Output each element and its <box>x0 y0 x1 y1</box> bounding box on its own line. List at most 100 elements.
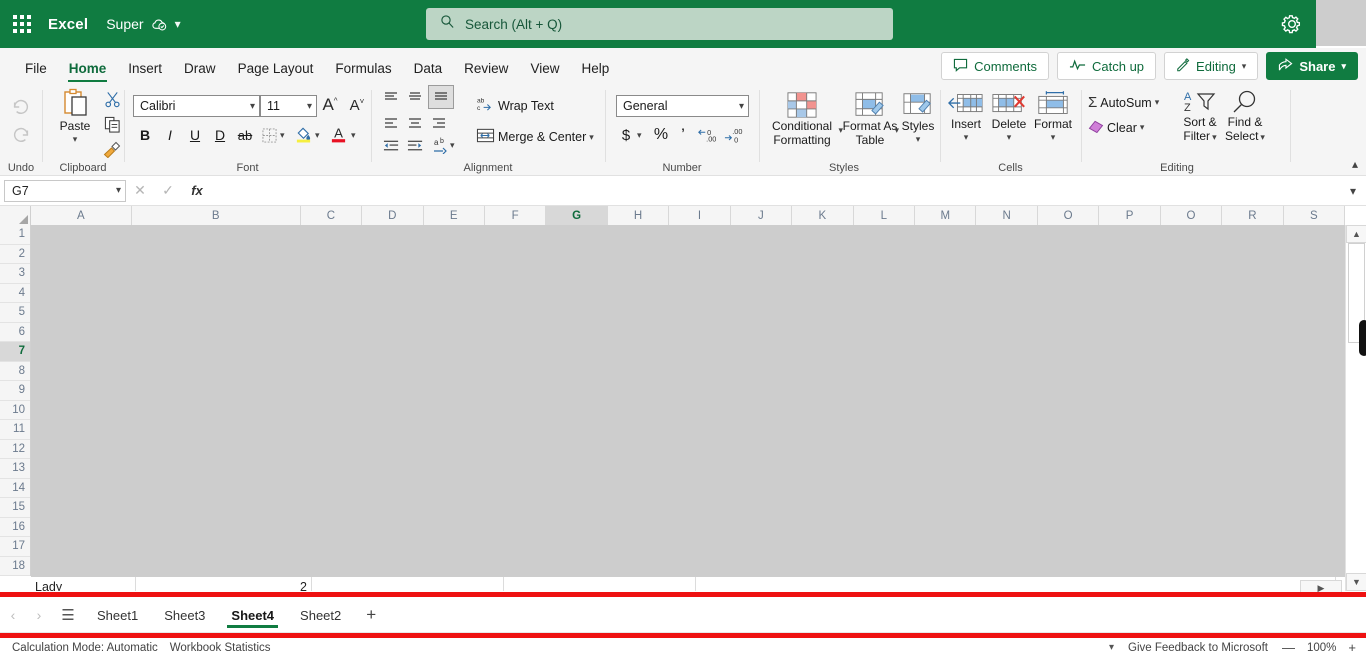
comments-button[interactable]: Comments <box>941 52 1049 80</box>
increase-font-size-button[interactable]: A^ <box>318 94 342 116</box>
cell-d18[interactable] <box>504 577 696 591</box>
row-header-13[interactable]: 13 <box>0 459 30 479</box>
format-painter-button[interactable] <box>101 138 123 160</box>
fill-color-chevron-down-icon[interactable]: ▾ <box>315 130 320 141</box>
formula-input[interactable] <box>212 179 1340 202</box>
delete-cells-chevron-down-icon[interactable]: ▾ <box>1007 132 1012 142</box>
scroll-position-knob[interactable] <box>1359 320 1366 356</box>
align-middle-button[interactable] <box>404 86 426 108</box>
align-top-button[interactable] <box>380 86 402 108</box>
row-header-15[interactable]: 15 <box>0 498 30 518</box>
add-sheet-button[interactable]: + <box>354 605 388 625</box>
status-more-chevron-down-icon[interactable]: ▾ <box>1109 642 1114 653</box>
font-size-chevron-down-icon[interactable]: ▾ <box>307 101 312 112</box>
cell-styles-button[interactable]: Styles ▾ <box>897 90 939 144</box>
zoom-out-button[interactable]: — <box>1282 640 1295 655</box>
next-sheet-icon[interactable]: › <box>26 607 52 623</box>
cell-a18[interactable]: Lady <box>31 577 136 591</box>
column-header-l[interactable]: L <box>853 206 916 225</box>
zoom-level[interactable]: 100% <box>1307 642 1336 654</box>
row-header-7[interactable]: 7 <box>0 342 30 362</box>
cell-c18[interactable] <box>312 577 504 591</box>
row-header-8[interactable]: 8 <box>0 362 30 381</box>
column-header-a[interactable]: A <box>31 206 132 225</box>
strikethrough-button[interactable]: ab <box>233 124 257 146</box>
tab-page-layout[interactable]: Page Layout <box>227 61 325 83</box>
cell-b18[interactable]: 2 <box>136 577 312 591</box>
tab-draw[interactable]: Draw <box>173 61 227 83</box>
all-sheets-icon[interactable]: ☰ <box>52 606 84 624</box>
font-color-button[interactable]: A <box>327 122 349 144</box>
sheet-tab-sheet3[interactable]: Sheet3 <box>151 600 218 630</box>
row-header-1[interactable]: 1 <box>0 225 30 245</box>
vertical-scrollbar[interactable]: ▲ ▼ <box>1345 225 1366 591</box>
align-bottom-button[interactable] <box>428 85 454 109</box>
sheet-tab-sheet2[interactable]: Sheet2 <box>287 600 354 630</box>
name-box-chevron-down-icon[interactable]: ▾ <box>116 185 121 196</box>
cancel-icon[interactable]: ✕ <box>126 182 154 199</box>
row-header-11[interactable]: 11 <box>0 420 30 440</box>
cell-e18[interactable] <box>696 577 1336 591</box>
accounting-format-button[interactable]: $ <box>616 124 636 146</box>
cells-area[interactable]: Lady 2 <box>31 225 1345 591</box>
paste-chevron-down-icon[interactable]: ▾ <box>73 134 78 144</box>
column-header-n[interactable]: N <box>976 206 1038 225</box>
borders-chevron-down-icon[interactable]: ▾ <box>280 130 285 141</box>
collapse-ribbon-icon[interactable]: ▴ <box>1352 157 1358 171</box>
comma-style-button[interactable]: ’ <box>674 124 692 146</box>
column-header-p[interactable]: P <box>1099 206 1161 225</box>
decrease-indent-button[interactable] <box>380 135 402 157</box>
decrease-font-size-button[interactable]: A˅ <box>345 94 369 116</box>
row-header-16[interactable]: 16 <box>0 518 30 537</box>
font-name-combobox[interactable]: Calibri ▾ <box>133 95 260 117</box>
document-menu-chevron-down-icon[interactable]: ▾ <box>175 17 181 31</box>
sheet-tab-sheet1[interactable]: Sheet1 <box>84 600 151 630</box>
number-format-combobox[interactable]: General ▾ <box>616 95 749 117</box>
redo-button[interactable] <box>8 122 34 148</box>
bold-button[interactable]: B <box>133 124 157 146</box>
format-cells-button[interactable]: Format ▾ <box>1031 90 1075 142</box>
align-center-button[interactable] <box>404 112 426 134</box>
share-chevron-down-icon[interactable]: ▾ <box>1341 61 1346 72</box>
find-select-chevron-down-icon[interactable]: ▾ <box>1260 132 1265 142</box>
sort-filter-chevron-down-icon[interactable]: ▾ <box>1212 132 1217 142</box>
percent-style-button[interactable]: % <box>650 124 672 146</box>
font-name-chevron-down-icon[interactable]: ▾ <box>250 101 255 112</box>
tab-file[interactable]: File <box>14 61 58 83</box>
cell-styles-chevron-down-icon[interactable]: ▾ <box>916 134 921 144</box>
merge-center-chevron-down-icon[interactable]: ▾ <box>589 132 594 143</box>
paste-button[interactable]: Paste ▾ <box>51 88 99 144</box>
calculation-mode-status[interactable]: Calculation Mode: Automatic <box>12 642 158 654</box>
search-box[interactable] <box>426 8 893 40</box>
orientation-chevron-down-icon[interactable]: ▾ <box>450 140 455 151</box>
column-header-i[interactable]: I <box>669 206 731 225</box>
fill-color-button[interactable] <box>292 122 314 144</box>
search-input[interactable] <box>465 16 845 32</box>
row-header-4[interactable]: 4 <box>0 284 30 303</box>
table-row[interactable]: Lady 2 <box>31 577 1345 591</box>
orientation-button[interactable]: a b <box>429 134 451 156</box>
sheet-tab-sheet4[interactable]: Sheet4 <box>218 600 287 630</box>
copy-button[interactable] <box>101 113 123 135</box>
align-left-button[interactable] <box>380 112 402 134</box>
accounting-chevron-down-icon[interactable]: ▾ <box>637 130 642 141</box>
conditional-formatting-button[interactable]: Conditional Formatting ▾ <box>763 90 843 148</box>
column-header-k[interactable]: K <box>792 206 854 225</box>
tab-insert[interactable]: Insert <box>117 61 173 83</box>
number-format-chevron-down-icon[interactable]: ▾ <box>739 101 744 112</box>
previous-sheet-icon[interactable]: ‹ <box>0 607 26 623</box>
font-size-combobox[interactable]: 11 ▾ <box>260 95 317 117</box>
scroll-up-icon[interactable]: ▲ <box>1346 225 1366 243</box>
undo-button[interactable] <box>8 94 34 120</box>
editing-mode-button[interactable]: Editing ▾ <box>1164 52 1259 80</box>
tab-data[interactable]: Data <box>403 61 454 83</box>
decrease-decimal-button[interactable]: .00 0 <box>722 124 748 146</box>
document-name[interactable]: Super <box>106 16 143 32</box>
row-header-17[interactable]: 17 <box>0 537 30 557</box>
autosum-chevron-down-icon[interactable]: ▾ <box>1155 97 1160 108</box>
tab-view[interactable]: View <box>519 61 570 83</box>
catch-up-button[interactable]: Catch up <box>1057 52 1157 80</box>
column-header-j[interactable]: J <box>730 206 793 225</box>
gear-icon[interactable] <box>1281 13 1305 37</box>
tab-formulas[interactable]: Formulas <box>324 61 402 83</box>
